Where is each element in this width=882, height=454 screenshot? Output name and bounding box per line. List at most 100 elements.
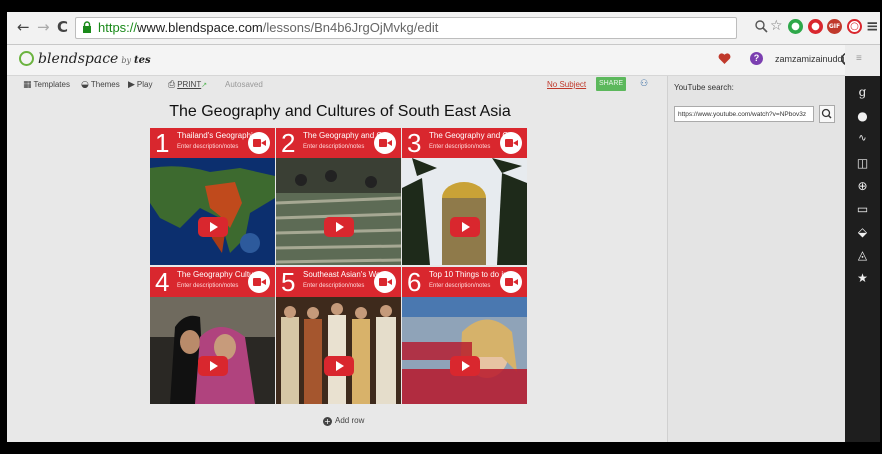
play-icon: ▶ bbox=[128, 80, 135, 90]
tile-thumbnail bbox=[150, 158, 275, 265]
tile-header: 5 Southeast Asian's Wo... Enter descript… bbox=[276, 267, 401, 297]
bookmark-star-icon[interactable]: ☆ bbox=[770, 17, 783, 35]
tile-title[interactable]: The Geography and C... bbox=[303, 131, 383, 140]
add-row-button[interactable]: + Add row bbox=[323, 416, 364, 426]
tile-title[interactable]: Southeast Asian's Wo... bbox=[303, 270, 383, 279]
video-camera-icon bbox=[500, 271, 522, 293]
google-icon[interactable]: g bbox=[845, 85, 880, 99]
lesson-tile-2[interactable]: 2 The Geography and C... Enter descripti… bbox=[276, 128, 401, 265]
themes-button[interactable]: ◒ Themes bbox=[81, 80, 120, 90]
tile-header: 2 The Geography and C... Enter descripti… bbox=[276, 128, 401, 158]
flickr-icon[interactable]: ◬ bbox=[845, 248, 880, 262]
dropbox-icon[interactable]: ● bbox=[845, 109, 880, 123]
play-icon[interactable] bbox=[450, 217, 480, 237]
tile-description[interactable]: Enter description/notes bbox=[177, 283, 238, 289]
tile-title[interactable]: Thailand's Geographic... bbox=[177, 131, 257, 140]
tile-thumbnail bbox=[402, 297, 527, 404]
computer-icon[interactable]: ▭ bbox=[845, 202, 880, 216]
tile-title[interactable]: The Geography and C... bbox=[429, 131, 509, 140]
help-icon[interactable]: ? bbox=[750, 52, 763, 65]
collaborators-icon[interactable]: ⚇ bbox=[640, 78, 648, 89]
lesson-tile-5[interactable]: 5 Southeast Asian's Wo... Enter descript… bbox=[276, 267, 401, 404]
video-camera-icon bbox=[374, 132, 396, 154]
web-globe-icon[interactable]: ⊕ bbox=[845, 179, 880, 193]
url-text: https://www.blendspace.com/lessons/Bn4b6… bbox=[98, 20, 439, 35]
educreations-icon[interactable]: ∿ bbox=[845, 133, 880, 144]
bookmark-icon[interactable]: ⬙ bbox=[845, 225, 880, 239]
tile-title[interactable]: Top 10 Things to do in... bbox=[429, 270, 509, 279]
grid-icon: ▦ bbox=[23, 80, 32, 90]
tile-header: 1 Thailand's Geographic... Enter descrip… bbox=[150, 128, 275, 158]
tile-header: 4 The Geography Cultur... Enter descript… bbox=[150, 267, 275, 297]
play-button[interactable]: ▶ Play bbox=[128, 80, 152, 90]
youtube-search-button[interactable] bbox=[819, 105, 835, 123]
tile-thumbnail bbox=[276, 297, 401, 404]
heart-icon[interactable] bbox=[718, 53, 731, 65]
tile-description[interactable]: Enter description/notes bbox=[303, 283, 364, 289]
share-button[interactable]: SHARE bbox=[596, 77, 626, 91]
print-button[interactable]: ⎙ PRINT↗ bbox=[168, 80, 207, 90]
lesson-tile-3[interactable]: 3 The Geography and C... Enter descripti… bbox=[402, 128, 527, 265]
tile-header: 6 Top 10 Things to do in... Enter descri… bbox=[402, 267, 527, 297]
lesson-tile-6[interactable]: 6 Top 10 Things to do in... Enter descri… bbox=[402, 267, 527, 404]
gif-extension-icon[interactable]: GIF bbox=[827, 19, 842, 34]
tile-description[interactable]: Enter description/notes bbox=[429, 144, 490, 150]
external-link-icon: ↗ bbox=[201, 82, 208, 89]
tile-number: 3 bbox=[407, 128, 422, 158]
video-camera-icon bbox=[248, 271, 270, 293]
youtube-search-input[interactable] bbox=[674, 106, 814, 122]
printer-icon: ⎙ bbox=[168, 80, 176, 90]
play-icon[interactable] bbox=[198, 217, 228, 237]
plus-icon: + bbox=[323, 417, 332, 426]
lock-icon bbox=[83, 21, 91, 33]
opera-icon[interactable]: ○ bbox=[847, 19, 862, 34]
reload-icon[interactable]: C bbox=[57, 18, 68, 36]
tile-description[interactable]: Enter description/notes bbox=[177, 144, 238, 150]
tile-number: 2 bbox=[281, 128, 296, 158]
tile-description[interactable]: Enter description/notes bbox=[303, 144, 364, 150]
autosaved-status: Autosaved bbox=[225, 80, 263, 89]
tile-thumbnail bbox=[402, 158, 527, 265]
menu-icon[interactable]: ≡ bbox=[866, 17, 879, 35]
tile-number: 6 bbox=[407, 267, 422, 297]
palette-icon: ◒ bbox=[81, 80, 89, 90]
tile-thumbnail bbox=[150, 297, 275, 404]
extension-green-icon[interactable]: ● bbox=[788, 19, 803, 34]
play-icon[interactable] bbox=[324, 356, 354, 376]
drive-icon[interactable]: ◫ bbox=[845, 156, 880, 170]
video-camera-icon bbox=[248, 132, 270, 154]
youtube-search-label: YouTube search: bbox=[674, 83, 734, 92]
play-icon[interactable] bbox=[198, 356, 228, 376]
zoom-icon[interactable] bbox=[755, 20, 768, 33]
tile-number: 4 bbox=[155, 267, 170, 297]
no-subject-link[interactable]: No Subject bbox=[547, 80, 586, 89]
templates-button[interactable]: ▦ Templates bbox=[23, 80, 70, 90]
video-camera-icon bbox=[500, 132, 522, 154]
app-header: blendspace by tes ? zamzamizainuddin1 bbox=[7, 45, 855, 76]
play-icon[interactable] bbox=[450, 356, 480, 376]
tile-number: 1 bbox=[155, 128, 170, 158]
collapse-panel-button[interactable]: ≡ bbox=[845, 45, 880, 76]
tile-description[interactable]: Enter description/notes bbox=[429, 283, 490, 289]
back-icon[interactable]: ← bbox=[17, 18, 30, 36]
favorites-star-icon[interactable]: ★ bbox=[845, 271, 880, 285]
content-source-bar: ≡ g ● ∿ ◫ ⊕ ▭ ⬙ ◬ ★ bbox=[845, 45, 880, 442]
tile-header: 3 The Geography and C... Enter descripti… bbox=[402, 128, 527, 158]
lesson-title[interactable]: The Geography and Cultures of South East… bbox=[150, 103, 530, 121]
lesson-tile-4[interactable]: 4 The Geography Cultur... Enter descript… bbox=[150, 267, 275, 404]
play-icon[interactable] bbox=[324, 217, 354, 237]
extension-red-icon[interactable]: ● bbox=[808, 19, 823, 34]
tile-thumbnail bbox=[276, 158, 401, 265]
address-bar[interactable]: https://www.blendspace.com/lessons/Bn4b6… bbox=[75, 17, 737, 39]
lesson-grid: 1 Thailand's Geographic... Enter descrip… bbox=[150, 128, 528, 404]
forward-icon[interactable]: → bbox=[37, 18, 50, 36]
editor-toolbar: ▦ Templates ◒ Themes ▶ Play ⎙ PRINT↗ Autosav… bbox=[7, 76, 667, 94]
video-camera-icon bbox=[374, 271, 396, 293]
browser-toolbar: ← → C https://www.blendspace.com/lessons… bbox=[7, 12, 880, 45]
collapse-icon: ≡ bbox=[856, 53, 862, 64]
tile-title[interactable]: The Geography Cultur... bbox=[177, 270, 257, 279]
lesson-tile-1[interactable]: 1 Thailand's Geographic... Enter descrip… bbox=[150, 128, 275, 265]
youtube-search-panel: YouTube search: bbox=[667, 76, 846, 442]
browser-window: ← → C https://www.blendspace.com/lessons… bbox=[7, 12, 880, 442]
blendspace-logo[interactable]: blendspace by tes bbox=[19, 51, 151, 67]
